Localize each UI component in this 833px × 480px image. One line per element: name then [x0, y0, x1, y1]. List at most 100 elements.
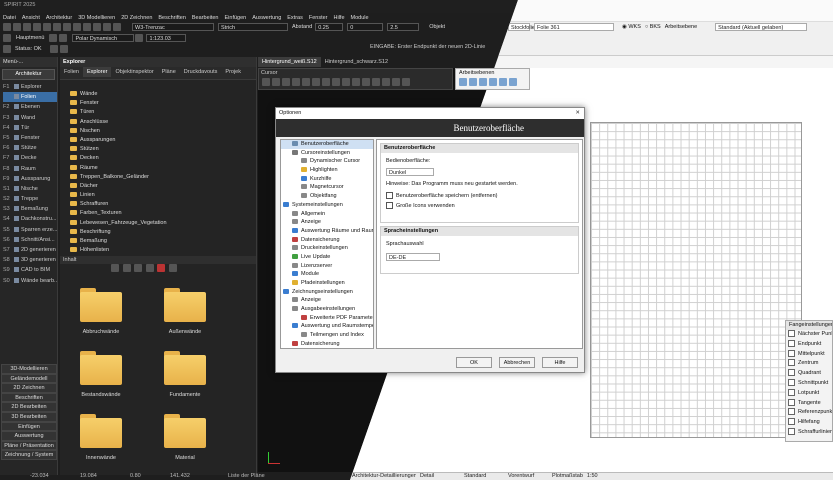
- snap-option[interactable]: Schnittpunkt: [786, 379, 832, 389]
- undo-icon[interactable]: [33, 23, 41, 31]
- tree-folder-item[interactable]: Dächer: [60, 182, 256, 191]
- explorer-tab[interactable]: Projek: [221, 67, 245, 77]
- menu-item[interactable]: Hilfe: [334, 15, 345, 21]
- help-button[interactable]: Hilfe: [542, 357, 578, 368]
- standard-select-status[interactable]: Standard: [464, 473, 504, 479]
- module-button[interactable]: Zeichnung / System: [1, 450, 57, 460]
- print-icon[interactable]: [53, 23, 61, 31]
- options-tree-item[interactable]: Datensicherung: [281, 236, 373, 245]
- cancel-button[interactable]: Abbrechen: [499, 357, 535, 368]
- tree-folder-item[interactable]: Bemaßung: [60, 237, 256, 246]
- wks-radio[interactable]: ◉ WKS: [622, 24, 641, 30]
- left-menu-item[interactable]: S3 Bemaßung: [3, 204, 57, 214]
- explorer-tab[interactable]: Pläne: [158, 67, 180, 77]
- options-tree-item[interactable]: Lizenzserver: [281, 262, 373, 271]
- delete-icon[interactable]: [157, 264, 166, 272]
- left-menu-item[interactable]: F3 Wand: [3, 113, 57, 123]
- snap-checkbox[interactable]: [788, 349, 795, 357]
- snap-option[interactable]: Tangente: [786, 398, 832, 409]
- options-tree-item[interactable]: Highlighten: [281, 166, 373, 175]
- snap-checkbox[interactable]: [788, 359, 795, 367]
- plane-tool-icon[interactable]: [509, 78, 517, 86]
- folder-thumbnail[interactable]: [80, 351, 122, 385]
- save-ui-checkbox-row[interactable]: Benutzeroberfläche speichern (entfernen): [386, 192, 498, 199]
- snap-option[interactable]: Mittelpunkt: [786, 349, 832, 360]
- view-icon[interactable]: [111, 264, 119, 272]
- left-menu-item[interactable]: F7 Decke: [3, 153, 57, 163]
- module-button[interactable]: Beschriften: [1, 392, 57, 403]
- thickness-input[interactable]: 2.5: [387, 23, 420, 31]
- left-menu-item[interactable]: F9 Aussparung: [3, 174, 57, 184]
- options-tree-item[interactable]: Dynamischer Cursor: [281, 157, 373, 166]
- left-menu-item[interactable]: F1 Explorer: [3, 82, 57, 92]
- options-tree-item[interactable]: Zeichnungseinstellungen: [281, 288, 373, 297]
- snap-option[interactable]: Quadrant: [786, 369, 832, 379]
- scale-select[interactable]: 1:123.03: [146, 34, 187, 42]
- standard-select[interactable]: Standard (Aktuell gelaben): [715, 23, 808, 31]
- folder-thumbnail[interactable]: [164, 414, 206, 448]
- open-icon[interactable]: [13, 23, 21, 31]
- plane-tool-icon[interactable]: [469, 78, 477, 86]
- left-menu-item[interactable]: F2 Ebenen: [3, 102, 57, 112]
- cursor-tool-icon[interactable]: [392, 78, 400, 86]
- left-menu-item[interactable]: S1 Nische: [3, 184, 57, 194]
- plot-scale-select[interactable]: 1:50: [587, 473, 598, 479]
- snap-checkbox[interactable]: [788, 379, 795, 387]
- tree-folder-item[interactable]: Linien: [60, 191, 256, 200]
- tree-folder-item[interactable]: Aussparungen: [60, 136, 256, 145]
- left-menu-item[interactable]: S4 Dachkonstru...: [3, 214, 57, 224]
- tree-folder-item[interactable]: Wände: [60, 90, 256, 99]
- menu-item[interactable]: 2D Zeichnen: [121, 15, 152, 21]
- module-button[interactable]: Geländemodell: [1, 373, 57, 384]
- left-menu-item[interactable]: S0 Wände bearb...: [3, 276, 57, 286]
- module-button[interactable]: 3D Bearbeiten: [1, 411, 57, 422]
- cursor-tool-icon[interactable]: [302, 78, 310, 86]
- snap-checkbox[interactable]: [788, 428, 795, 436]
- folder-thumbnail[interactable]: [80, 288, 122, 322]
- design-select[interactable]: Dunkel: [386, 168, 434, 176]
- options-tree-item[interactable]: Teilmengen und Index: [281, 331, 373, 340]
- cursor-tool-icon[interactable]: [402, 78, 410, 86]
- menu-item[interactable]: Module: [351, 15, 369, 21]
- plane-tool-icon[interactable]: [499, 78, 507, 86]
- left-menu-item[interactable]: Folien: [3, 92, 57, 103]
- options-tree-item[interactable]: Magnetcursor: [281, 183, 373, 192]
- cursor-tool-icon[interactable]: [282, 78, 290, 86]
- folie-select[interactable]: Folie 361: [534, 23, 614, 31]
- module-button[interactable]: 2D Zeichnen: [1, 383, 57, 393]
- snap-checkbox[interactable]: [788, 398, 795, 406]
- tree-folder-item[interactable]: Türen: [60, 108, 256, 117]
- abstand-input[interactable]: 0.25: [315, 23, 344, 31]
- module-button[interactable]: Einfügen: [1, 421, 57, 432]
- left-menu-item[interactable]: S8 3D generieren: [3, 255, 57, 265]
- left-menu-item[interactable]: S5 Sparren erze...: [3, 225, 57, 235]
- pan-icon[interactable]: [73, 23, 81, 31]
- tree-folder-item[interactable]: Beschriftung: [60, 228, 256, 237]
- cursor-tool-icon[interactable]: [292, 78, 300, 86]
- options-tree-item[interactable]: Auswertung Räume und Raum: [281, 227, 373, 236]
- tree-folder-item[interactable]: Höhenlisten: [60, 246, 256, 255]
- options-tree-item[interactable]: Anzeige: [281, 218, 373, 227]
- tree-folder-item[interactable]: Lebewesen_Fahrzeuge_Vegetation: [60, 219, 256, 228]
- detail-select[interactable]: Detail: [420, 473, 460, 479]
- left-menu-item[interactable]: S2 Treppe: [3, 194, 57, 204]
- hauptmenu-label[interactable]: Hauptmenü: [16, 35, 44, 41]
- list-icon[interactable]: [122, 264, 131, 272]
- cursor-tool-icon[interactable]: [352, 78, 360, 86]
- options-tree-item[interactable]: Cursoreinstellungen: [281, 149, 373, 158]
- view-select[interactable]: Architektur-Detaillierungen: [352, 473, 416, 479]
- pen-mode-select[interactable]: Polar Dynamisch: [72, 34, 135, 42]
- left-menu-item[interactable]: S6 Schnitt/Ansi...: [3, 235, 57, 245]
- snap-checkbox[interactable]: [788, 408, 795, 416]
- plan-list-label[interactable]: Liste der Pläne: [228, 473, 265, 479]
- menu-item[interactable]: Fenster: [309, 15, 328, 21]
- tree-folder-item[interactable]: Farben_Texturen: [60, 209, 256, 218]
- cursor-tool-icon[interactable]: [372, 78, 380, 86]
- options-tree-item[interactable]: Pfadeinstellungen: [281, 279, 373, 288]
- large-icons-checkbox[interactable]: [386, 202, 393, 209]
- close-icon[interactable]: ✕: [575, 108, 580, 119]
- left-menu-item[interactable]: F4 Tür: [3, 123, 57, 133]
- snap-checkbox[interactable]: [788, 339, 795, 347]
- tree-folder-item[interactable]: Räume: [60, 164, 256, 173]
- tree-folder-item[interactable]: Schraffuren: [60, 200, 256, 209]
